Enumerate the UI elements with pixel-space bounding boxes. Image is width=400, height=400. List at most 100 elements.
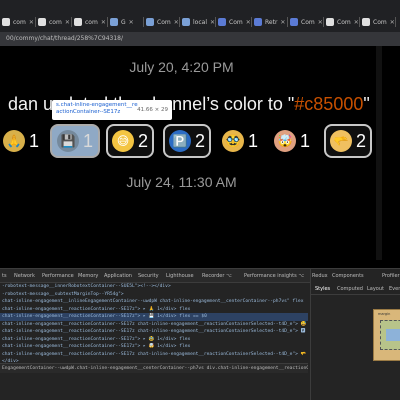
browser-tab[interactable]: com ✕ <box>72 12 108 32</box>
devtools-tab[interactable]: Memory <box>78 273 98 279</box>
reaction-button[interactable]: 🅿️ 2 <box>163 124 211 158</box>
github-icon <box>326 18 334 26</box>
browser-tab-label: com <box>49 18 62 26</box>
github-icon <box>74 18 82 26</box>
styles-subtab[interactable]: Even <box>389 286 400 292</box>
devtools-tab[interactable]: Lighthouse <box>166 273 194 279</box>
close-icon[interactable]: ✕ <box>354 19 359 26</box>
reaction-count: 2 <box>355 130 366 151</box>
close-icon[interactable]: ✕ <box>246 19 251 26</box>
browser-tab[interactable]: Retr ✕ <box>252 12 288 32</box>
browser-tab-strip: com ✕ com ✕ com ✕ G ✕ Com ✕ local ✕ Com ✕ Retr ✕ Com ✕ Com… <box>0 0 400 32</box>
devtools-tab[interactable]: Profiler <box>382 273 400 279</box>
dom-node-line[interactable]: chat-inline-engagement__reactionContaine… <box>0 306 308 314</box>
globe-icon <box>146 18 154 26</box>
reaction-button[interactable]: 🫳 2 <box>324 124 372 158</box>
devtools-tab[interactable]: Security <box>138 273 159 279</box>
styles-tab-bar: Styles Computed Layout Even <box>311 283 400 295</box>
reaction-button[interactable]: 💾 1 <box>50 124 100 158</box>
app-icon <box>290 18 298 26</box>
devtools-tab[interactable]: ts <box>2 273 7 279</box>
box-model-content <box>386 329 400 341</box>
tab-separator <box>395 17 396 27</box>
message-middle: nnel’s color to " <box>172 94 295 114</box>
reaction-emoji-icon: 😅 <box>111 130 134 152</box>
dom-breadcrumb[interactable]: EngagementContainer--uwdpW.chat-inline-e… <box>0 363 308 373</box>
devtools-panel: ts Network Performance Memory Application Sec… <box>0 268 400 400</box>
devtools-tab[interactable]: Components <box>332 273 364 279</box>
styles-subtab[interactable]: Computed <box>337 286 363 292</box>
close-icon[interactable]: ✕ <box>174 19 179 26</box>
box-model-diagram: margin <box>373 309 400 361</box>
close-icon[interactable]: ✕ <box>280 19 285 26</box>
browser-tab-label: Retr <box>265 18 278 26</box>
close-icon[interactable]: ✕ <box>129 19 134 26</box>
close-icon[interactable]: ✕ <box>101 19 106 26</box>
reaction-emoji-icon: 🥸 <box>221 130 244 152</box>
browser-tab[interactable]: Com ✕ <box>324 12 360 32</box>
globe-icon <box>110 18 118 26</box>
url-text[interactable]: 00/commy/chat/thread/258%7C94318/ <box>6 35 123 42</box>
reaction-count: 2 <box>194 130 205 151</box>
close-icon[interactable]: ✕ <box>390 19 395 26</box>
github-icon <box>362 18 370 26</box>
page-scrollbar[interactable] <box>376 46 382 260</box>
github-icon <box>38 18 46 26</box>
close-icon[interactable]: ✕ <box>318 19 323 26</box>
timestamp-bottom: July 24, 11:30 AM <box>126 174 237 190</box>
reactions-row: 🙏 1 💾 1 😅 2 🅿️ 2 🥸 1 🤯 1 🫳 2 <box>0 124 400 158</box>
reaction-count: 1 <box>247 130 258 151</box>
github-icon <box>2 18 10 26</box>
reaction-emoji-icon: 🫳 <box>329 130 352 152</box>
dom-node-line[interactable]: chat-inline-engagement__reactionContaine… <box>0 351 308 359</box>
box-model-label: margin <box>378 312 391 316</box>
dom-node-line[interactable]: chat-inline-engagement__reactionContaine… <box>0 336 308 344</box>
color-value: #c85000 <box>294 94 364 114</box>
browser-tab-label: local <box>193 18 207 26</box>
devtools-tab[interactable]: Network <box>14 273 35 279</box>
devtools-tab[interactable]: Application <box>104 273 132 279</box>
browser-tab-label: G <box>121 18 126 26</box>
reaction-button[interactable]: 🤯 1 <box>268 124 316 158</box>
browser-tab-label: Com <box>373 18 387 26</box>
browser-tab[interactable]: local ✕ <box>180 12 216 32</box>
browser-tab-label: Com <box>337 18 351 26</box>
reaction-button[interactable]: 🙏 1 <box>0 124 42 158</box>
devtools-tab[interactable]: Recorder ⌥ <box>202 273 232 279</box>
globe-icon <box>182 18 190 26</box>
reaction-emoji-icon: 🤯 <box>273 130 296 152</box>
browser-tab[interactable]: Com ✕ <box>288 12 324 32</box>
devtools-tab[interactable]: Redux <box>312 273 328 279</box>
browser-tab-label: Com <box>301 18 315 26</box>
dom-node-line[interactable]: chat-inline-engagement__reactionContaine… <box>0 328 308 336</box>
devtools-tab[interactable]: Performance insights ⌥ <box>244 273 304 279</box>
app-icon <box>254 18 262 26</box>
dom-node-line[interactable]: -robotext-message__innerRobotextContaine… <box>0 283 308 291</box>
browser-tab-label: Com <box>229 18 243 26</box>
devtools-tab[interactable]: Performance <box>42 273 74 279</box>
dom-node-line[interactable]: chat-inline-engagement__reactionContaine… <box>0 321 308 329</box>
dom-node-line[interactable]: chat-inline-engagement__reactionContaine… <box>0 343 308 351</box>
reaction-button[interactable]: 😅 2 <box>106 124 154 158</box>
browser-tab[interactable]: com ✕ <box>36 12 72 32</box>
address-bar[interactable]: 00/commy/chat/thread/258%7C94318/ <box>0 32 400 46</box>
devtools-tab-bar: ts Network Performance Memory Application Sec… <box>0 269 310 283</box>
dom-node-line[interactable]: -robotext-message__subtextMarginTop--YR5… <box>0 291 308 299</box>
browser-tab[interactable]: com ✕ <box>0 12 36 32</box>
reaction-button[interactable]: 🥸 1 <box>219 124 261 158</box>
dom-node-line[interactable]: chat-inline-engagement__reactionContaine… <box>0 313 308 321</box>
browser-tab-label: com <box>85 18 98 26</box>
styles-subtab[interactable]: Layout <box>367 286 384 292</box>
browser-tab[interactable]: Com ✕ <box>216 12 252 32</box>
reaction-count: 1 <box>299 130 310 151</box>
dom-node-line[interactable]: chat-inline-engagement__inlineEngagement… <box>0 298 308 306</box>
browser-tab[interactable]: G ✕ <box>108 12 144 32</box>
close-icon[interactable]: ✕ <box>29 19 34 26</box>
browser-tab[interactable]: Com ✕ <box>144 12 180 32</box>
close-icon[interactable]: ✕ <box>65 19 70 26</box>
browser-tab[interactable]: Com ✕ <box>360 12 396 32</box>
timestamp-top: July 20, 4:20 PM <box>129 59 234 75</box>
styles-subtab[interactable]: Styles <box>315 286 330 292</box>
reaction-count: 2 <box>137 130 148 151</box>
message-suffix: " <box>363 94 370 114</box>
